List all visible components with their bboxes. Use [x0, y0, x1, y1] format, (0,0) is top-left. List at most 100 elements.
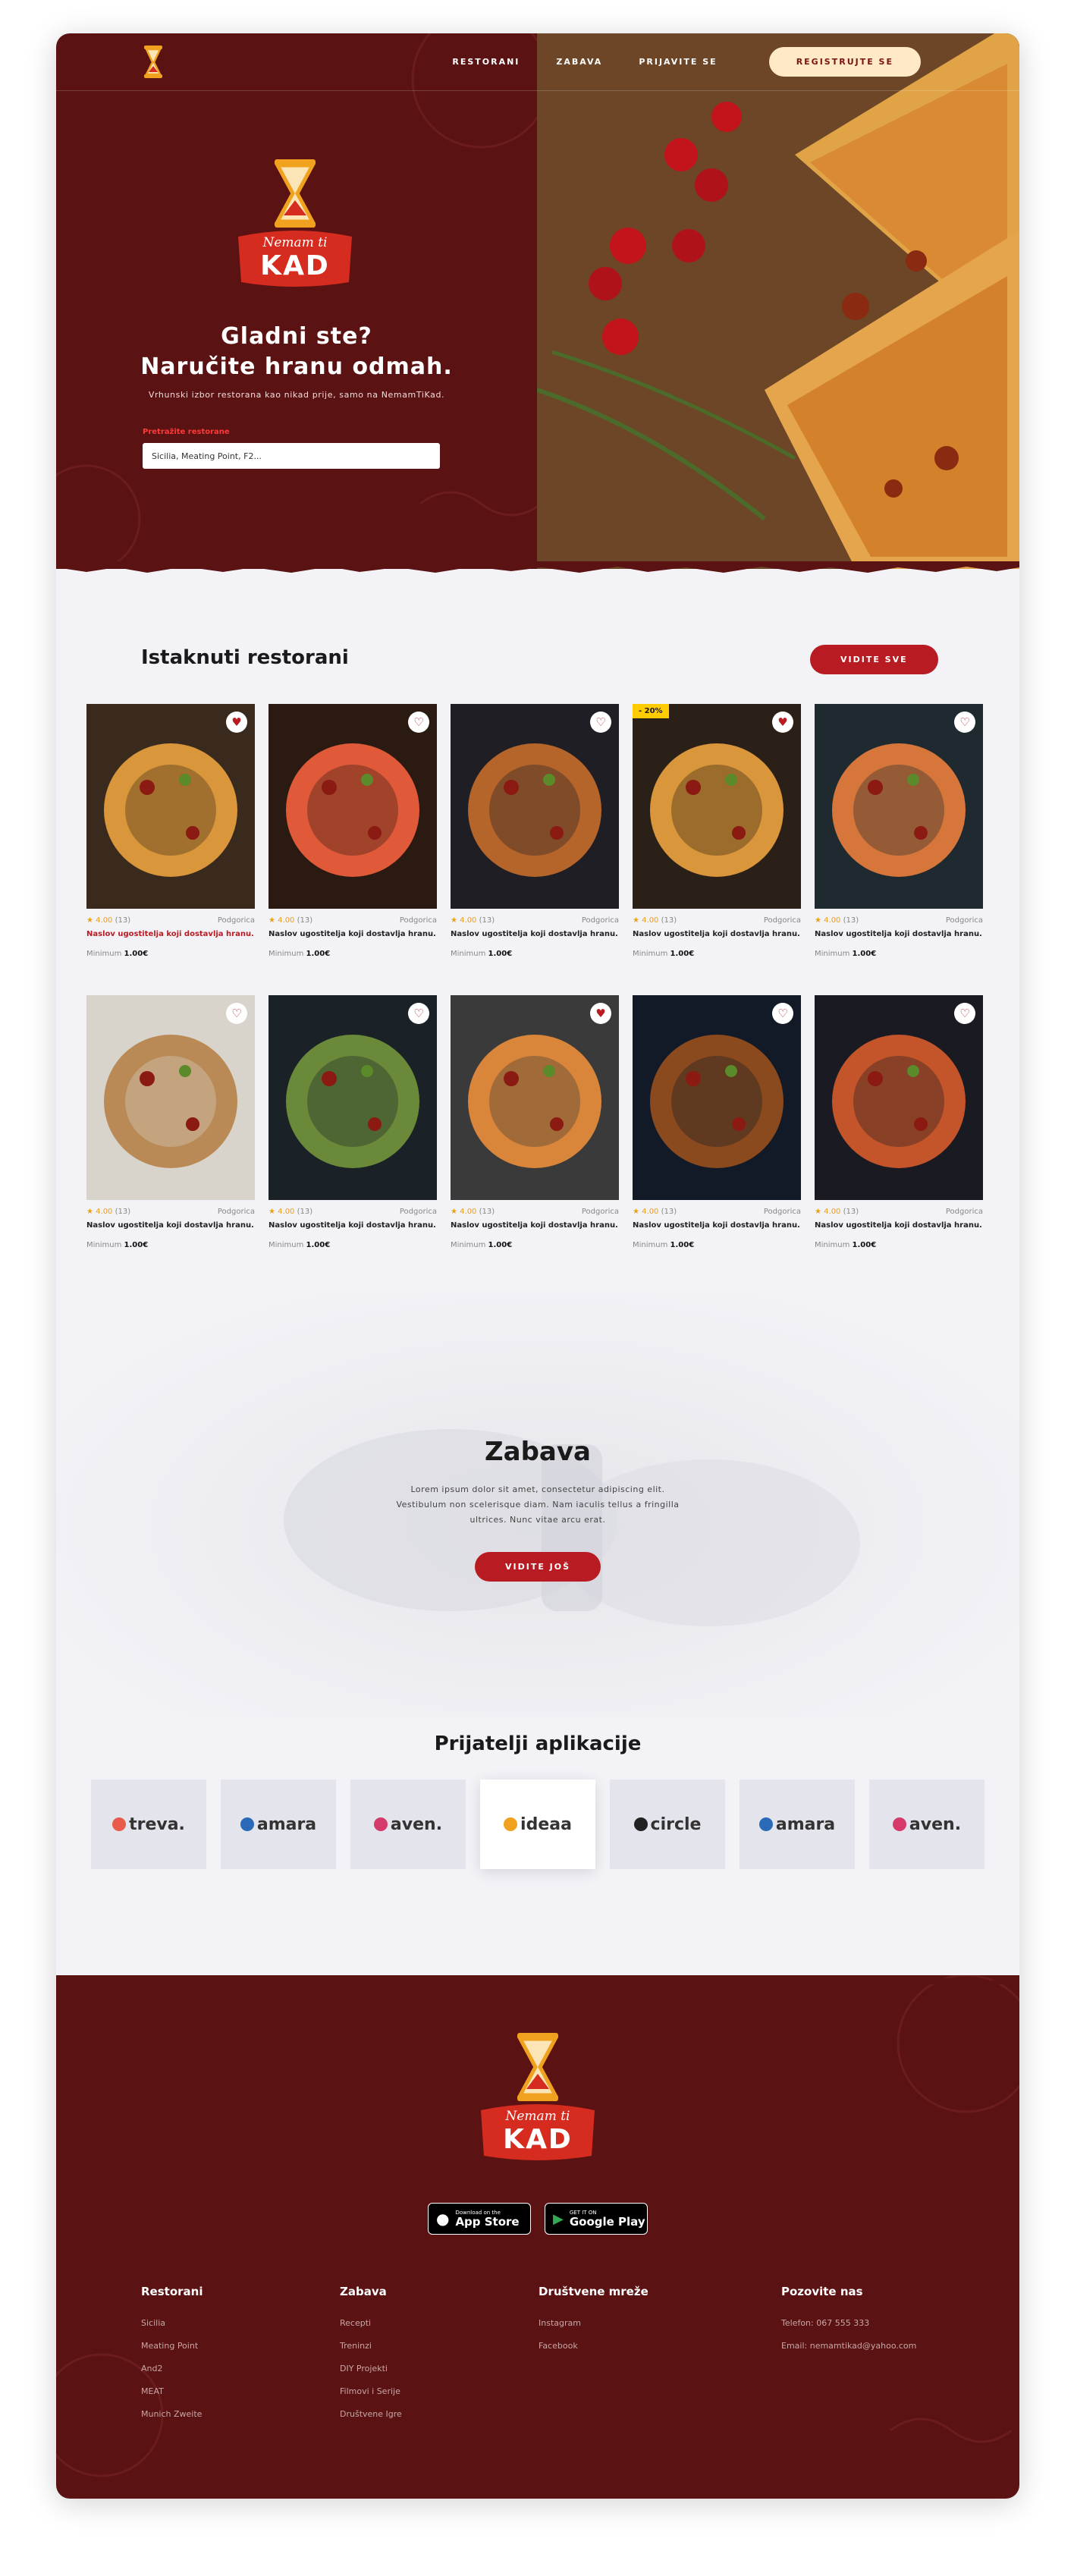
minimum-value: 1.00€ [306, 950, 331, 958]
nav-zabava[interactable]: ZABAVA [556, 57, 602, 67]
partner-logo-5[interactable]: amara [740, 1780, 855, 1869]
star-icon: ★ [633, 916, 639, 925]
restaurant-image[interactable]: ♡ [633, 995, 801, 1200]
google-play-badge[interactable]: ▶ GET IT ON Google Play [545, 2203, 648, 2235]
nav-restorani[interactable]: RESTORANI [452, 57, 520, 67]
restaurant-card[interactable]: ♡ ★ 4.00 (13) Podgorica Naslov ugostitel… [633, 995, 801, 1253]
favorite-heart-icon[interactable]: ♥ [590, 1003, 611, 1024]
restaurant-name[interactable]: Naslov ugostitelja koji dostavlja hranu. [633, 930, 800, 938]
partner-logo-4[interactable]: circle [610, 1780, 725, 1869]
rating-count: (13) [115, 1208, 131, 1216]
restaurant-card[interactable]: ♥ ★ 4.00 (13) Podgorica Naslov ugostitel… [451, 995, 619, 1253]
minimum-label: Minimum [268, 950, 304, 958]
favorite-heart-icon[interactable]: ♥ [226, 712, 247, 733]
see-more-button[interactable]: VIDITE JOŠ [475, 1552, 601, 1582]
restaurant-card[interactable]: ♡ ★ 4.00 (13) Podgorica Naslov ugostitel… [815, 704, 983, 962]
restaurant-name[interactable]: Naslov ugostitelja koji dostavlja hranu. [633, 1221, 800, 1230]
footer-link[interactable]: Munich Zweite [141, 2409, 203, 2419]
fun-title: Zabava [485, 1437, 591, 1467]
favorite-heart-icon[interactable]: ♡ [408, 1003, 429, 1024]
rating: ★ 4.00 (13) [451, 916, 495, 925]
restaurant-image[interactable]: ♡ [268, 704, 437, 909]
footer-link[interactable]: Email: nemamtikad@yahoo.com [781, 2341, 916, 2351]
restaurant-city: Podgorica [217, 1208, 255, 1216]
restaurant-card[interactable]: ♡ ★ 4.00 (13) Podgorica Naslov ugostitel… [451, 704, 619, 962]
partner-mark-icon [373, 1817, 388, 1831]
app-store-badge[interactable]: ● Download on the App Store [428, 2203, 531, 2235]
restaurant-name[interactable]: Naslov ugostitelja koji dostavlja hranu. [268, 930, 436, 938]
partner-logo-3[interactable]: ideaa [480, 1780, 595, 1869]
restaurant-name[interactable]: Naslov ugostitelja koji dostavlja hranu. [451, 930, 618, 938]
footer-link[interactable]: MEAT [141, 2386, 203, 2396]
minimum-value: 1.00€ [488, 950, 513, 958]
partner-logo-2[interactable]: aven. [350, 1780, 466, 1869]
restaurant-name[interactable]: Naslov ugostitelja koji dostavlja hranu. [815, 930, 982, 938]
rating-value: 4.00 [642, 916, 659, 925]
restaurant-card[interactable]: - 20% ♥ ★ 4.00 (13) Podgorica Naslov ugo… [633, 704, 801, 962]
favorite-heart-icon[interactable]: ♡ [954, 712, 975, 733]
partner-logo-0[interactable]: treva. [91, 1780, 206, 1869]
restaurant-name[interactable]: Naslov ugostitelja koji dostavlja hranu. [86, 1221, 254, 1230]
footer-link[interactable]: Društvene Igre [340, 2409, 402, 2419]
partner-logo-6[interactable]: aven. [869, 1780, 984, 1869]
star-icon: ★ [86, 1208, 93, 1216]
star-icon: ★ [451, 1208, 457, 1216]
footer-column-title: Zabava [340, 2285, 387, 2298]
footer-column: Pozovite nas Telefon: 067 555 333 Email: n… [781, 2285, 916, 2364]
search-label: Pretražite restorane [143, 428, 230, 436]
register-button[interactable]: REGISTRUJTE SE [768, 47, 921, 77]
star-icon: ★ [815, 1208, 821, 1216]
footer-link[interactable]: Treninzi [340, 2341, 402, 2351]
nav-logo[interactable] [140, 44, 167, 80]
footer-link[interactable]: DIY Projekti [340, 2364, 402, 2373]
partner-name: aven. [909, 1814, 962, 1834]
page-frame: Nemam ti KAD Gladni ste? Naručite hranu … [56, 33, 1019, 2499]
minimum-value: 1.00€ [670, 950, 695, 958]
rating-count: (13) [479, 1208, 495, 1216]
restaurant-city: Podgorica [399, 916, 437, 925]
favorite-heart-icon[interactable]: ♡ [772, 1003, 793, 1024]
favorite-heart-icon[interactable]: ♡ [408, 712, 429, 733]
restaurant-name[interactable]: Naslov ugostitelja koji dostavlja hranu. [268, 1221, 436, 1230]
restaurant-name[interactable]: Naslov ugostitelja koji dostavlja hranu. [815, 1221, 982, 1230]
restaurant-image[interactable]: ♡ [268, 995, 437, 1200]
favorite-heart-icon[interactable]: ♡ [954, 1003, 975, 1024]
restaurant-image[interactable]: ♡ [451, 704, 619, 909]
discount-badge: - 20% [633, 704, 669, 718]
favorite-heart-icon[interactable]: ♡ [226, 1003, 247, 1024]
see-all-button[interactable]: VIDITE SVE [810, 645, 938, 674]
restaurant-card[interactable]: ♥ ★ 4.00 (13) Podgorica Naslov ugostitel… [86, 704, 255, 962]
footer-link[interactable]: And2 [141, 2364, 203, 2373]
hero-subtitle: Vrhunski izbor restorana kao nikad prije… [148, 390, 445, 400]
restaurant-card[interactable]: ♡ ★ 4.00 (13) Podgorica Naslov ugostitel… [86, 995, 255, 1253]
footer-link[interactable]: Sicilia [141, 2318, 203, 2328]
rating-count: (13) [661, 1208, 677, 1216]
footer-link[interactable]: Recepti [340, 2318, 402, 2328]
footer-link[interactable]: Filmovi i Serije [340, 2386, 402, 2396]
favorite-heart-icon[interactable]: ♥ [772, 712, 793, 733]
star-icon: ★ [268, 916, 275, 925]
restaurant-name[interactable]: Naslov ugostitelja koji dostavlja hranu. [86, 930, 254, 938]
restaurant-card[interactable]: ♡ ★ 4.00 (13) Podgorica Naslov ugostitel… [815, 995, 983, 1253]
partner-logo-1[interactable]: amara [221, 1780, 336, 1869]
favorite-heart-icon[interactable]: ♡ [590, 712, 611, 733]
restaurant-city: Podgorica [763, 1208, 801, 1216]
restaurant-image[interactable]: ♡ [86, 995, 255, 1200]
footer-link[interactable]: Instagram [539, 2318, 648, 2328]
footer-link[interactable]: Meating Point [141, 2341, 203, 2351]
restaurant-image[interactable]: - 20% ♥ [633, 704, 801, 909]
footer-link[interactable]: Telefon: 067 555 333 [781, 2318, 916, 2328]
restaurant-image[interactable]: ♥ [86, 704, 255, 909]
nav-prijavite-se[interactable]: PRIJAVITE SE [639, 57, 717, 67]
search-input[interactable] [143, 443, 440, 469]
restaurant-card[interactable]: ♡ ★ 4.00 (13) Podgorica Naslov ugostitel… [268, 704, 437, 962]
star-icon: ★ [268, 1208, 275, 1216]
restaurant-card[interactable]: ♡ ★ 4.00 (13) Podgorica Naslov ugostitel… [268, 995, 437, 1253]
restaurant-image[interactable]: ♥ [451, 995, 619, 1200]
restaurant-image[interactable]: ♡ [815, 704, 983, 909]
footer-logo: Nemam ti KAD [473, 2028, 602, 2165]
minimum-order: Minimum 1.00€ [451, 950, 512, 958]
footer-link[interactable]: Facebook [539, 2341, 648, 2351]
restaurant-image[interactable]: ♡ [815, 995, 983, 1200]
restaurant-name[interactable]: Naslov ugostitelja koji dostavlja hranu. [451, 1221, 618, 1230]
